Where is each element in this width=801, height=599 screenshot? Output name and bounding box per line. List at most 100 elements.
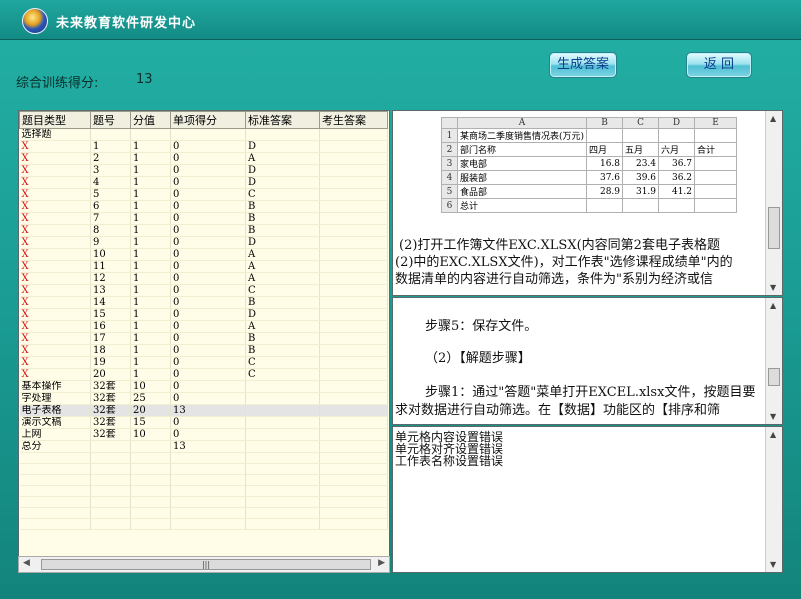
table-row[interactable]: X 19 1 0 C xyxy=(19,356,388,369)
table-row[interactable]: 演示文稿 32套 15 0 xyxy=(19,416,388,429)
excel-cell: 服装部 xyxy=(456,170,588,185)
question-scrollbar[interactable]: ▲ ▼ xyxy=(765,111,782,295)
section-label: 选择题 xyxy=(19,128,91,141)
table-cell xyxy=(130,463,171,475)
error-scrollbar[interactable]: ▲ ▼ xyxy=(765,427,782,572)
table-row[interactable]: X110D xyxy=(19,140,388,153)
scroll-up-icon[interactable]: ▲ xyxy=(770,301,776,310)
scroll-right-icon[interactable]: ▶ xyxy=(378,558,385,568)
table-cell xyxy=(19,485,91,497)
question-panel[interactable]: A B C D E 1 某商场二季度销售情况表(万元) 2 部门名称 四月 五月 六月 合计 3 家电部 16… xyxy=(392,110,783,296)
table-cell xyxy=(245,392,320,405)
table-cell: 19 xyxy=(90,356,131,369)
table-cell xyxy=(319,140,388,153)
total-row[interactable]: 总分 13 xyxy=(19,440,388,453)
column-header[interactable]: 单项得分 xyxy=(170,111,246,129)
back-button[interactable]: 返 回 xyxy=(686,52,752,78)
table-row[interactable]: X510C xyxy=(19,188,388,201)
table-row[interactable]: X 15 1 0 D xyxy=(19,308,388,321)
table-row[interactable]: X 16 1 0 A xyxy=(19,320,388,333)
table-row[interactable]: X 14 1 0 B xyxy=(19,296,388,309)
excel-cell: 36.7 xyxy=(658,156,696,171)
table-row[interactable]: X 12 1 0 A xyxy=(19,272,388,285)
solution-panel[interactable]: 步骤5：保存文件。 （2）【解题步骤】 步骤1：通过"答题"菜单打开EXCEL.… xyxy=(392,297,783,425)
scroll-down-icon[interactable]: ▼ xyxy=(770,412,776,421)
table-row[interactable]: 电子表格 32套 20 13 xyxy=(19,404,388,417)
column-header[interactable]: 题目类型 xyxy=(19,111,91,129)
scroll-up-icon[interactable]: ▲ xyxy=(770,430,776,439)
table-cell xyxy=(90,518,131,530)
table-cell: D xyxy=(245,236,320,249)
table-cell xyxy=(245,428,320,441)
table-cell: 1 xyxy=(90,140,131,153)
table-row[interactable]: 字处理 32套 25 0 xyxy=(19,392,388,405)
category-label: 基本操作 xyxy=(19,380,91,393)
table-cell: D xyxy=(245,176,320,189)
table-cell xyxy=(245,463,320,475)
table-row[interactable]: X 20 1 0 C xyxy=(19,368,388,381)
wrong-mark-icon: X xyxy=(19,200,91,213)
column-header[interactable]: 分值 xyxy=(130,111,171,129)
table-cell: 25 xyxy=(130,392,171,405)
scroll-down-icon[interactable]: ▼ xyxy=(770,560,776,569)
table-cell xyxy=(319,416,388,429)
score-grid[interactable]: 题目类型 题号 分值 单项得分 标准答案 考生答案 选择题 X 1 1 0 D X 2 1 0 A X… xyxy=(18,110,390,573)
category-label: 演示文稿 xyxy=(19,416,91,429)
table-cell: 7 xyxy=(90,212,131,225)
total-value: 13 xyxy=(170,440,246,453)
empty-row[interactable] xyxy=(19,496,388,508)
solution-scrollbar[interactable]: ▲ ▼ xyxy=(765,298,782,424)
table-row[interactable]: X410D xyxy=(19,176,388,189)
table-row[interactable]: X210A xyxy=(19,152,388,165)
table-cell: 0 xyxy=(170,356,246,369)
table-cell: 0 xyxy=(170,368,246,381)
table-row[interactable]: 基本操作 32套 10 0 xyxy=(19,380,388,393)
empty-row[interactable] xyxy=(19,463,388,475)
table-row[interactable]: X 17 1 0 B xyxy=(19,332,388,345)
table-cell: B xyxy=(245,212,320,225)
table-cell xyxy=(319,452,388,464)
section-row[interactable]: 选择题 xyxy=(19,128,388,141)
total-label: 总分 xyxy=(19,440,91,453)
empty-row[interactable] xyxy=(19,507,388,519)
table-row[interactable]: X 10 1 0 A xyxy=(19,248,388,261)
scroll-up-icon[interactable]: ▲ xyxy=(770,114,776,123)
column-header[interactable]: 题号 xyxy=(90,111,131,129)
column-header[interactable]: 考生答案 xyxy=(319,111,388,129)
wrong-mark-icon: X xyxy=(19,188,91,201)
empty-row[interactable] xyxy=(19,485,388,497)
table-row[interactable]: X310D xyxy=(19,164,388,177)
excel-cell: 总计 xyxy=(456,198,588,213)
table-row[interactable]: X610B xyxy=(19,200,388,213)
excel-cell: 四月 xyxy=(586,142,624,157)
table-cell: 0 xyxy=(170,296,246,309)
table-row[interactable]: 上网 32套 10 0 xyxy=(19,428,388,441)
scroll-left-icon[interactable]: ◀ xyxy=(23,558,30,568)
table-cell xyxy=(319,188,388,201)
table-row[interactable]: X710B xyxy=(19,212,388,225)
generate-answer-button[interactable]: 生成答案 xyxy=(549,52,617,78)
table-row[interactable]: X 11 1 0 A xyxy=(19,260,388,273)
excel-cell xyxy=(658,128,696,143)
horizontal-scrollbar[interactable]: ◀ ||| ▶ xyxy=(18,556,390,573)
empty-row[interactable] xyxy=(19,452,388,464)
excel-column-header: D xyxy=(658,117,696,129)
scrollbar-thumb[interactable] xyxy=(768,368,780,386)
error-list-panel[interactable]: 单元格内容设置错误 单元格对齐设置错误 工作表名称设置错误 ▲ ▼ xyxy=(392,426,783,573)
table-cell: 1 xyxy=(130,320,171,333)
scrollbar-thumb[interactable]: ||| xyxy=(41,559,371,570)
table-row[interactable]: X810B xyxy=(19,224,388,237)
table-row[interactable]: X 18 1 0 B xyxy=(19,344,388,357)
column-header[interactable]: 标准答案 xyxy=(245,111,320,129)
empty-row[interactable] xyxy=(19,518,388,530)
table-cell: 0 xyxy=(170,152,246,165)
excel-cell xyxy=(694,184,738,199)
table-row[interactable]: X 13 1 0 C xyxy=(19,284,388,297)
table-cell xyxy=(170,518,246,530)
table-cell: 2 xyxy=(90,152,131,165)
table-cell: 20 xyxy=(90,368,131,381)
table-row[interactable]: X910D xyxy=(19,236,388,249)
scroll-down-icon[interactable]: ▼ xyxy=(770,283,776,292)
empty-row[interactable] xyxy=(19,474,388,486)
scrollbar-thumb[interactable] xyxy=(768,207,780,249)
